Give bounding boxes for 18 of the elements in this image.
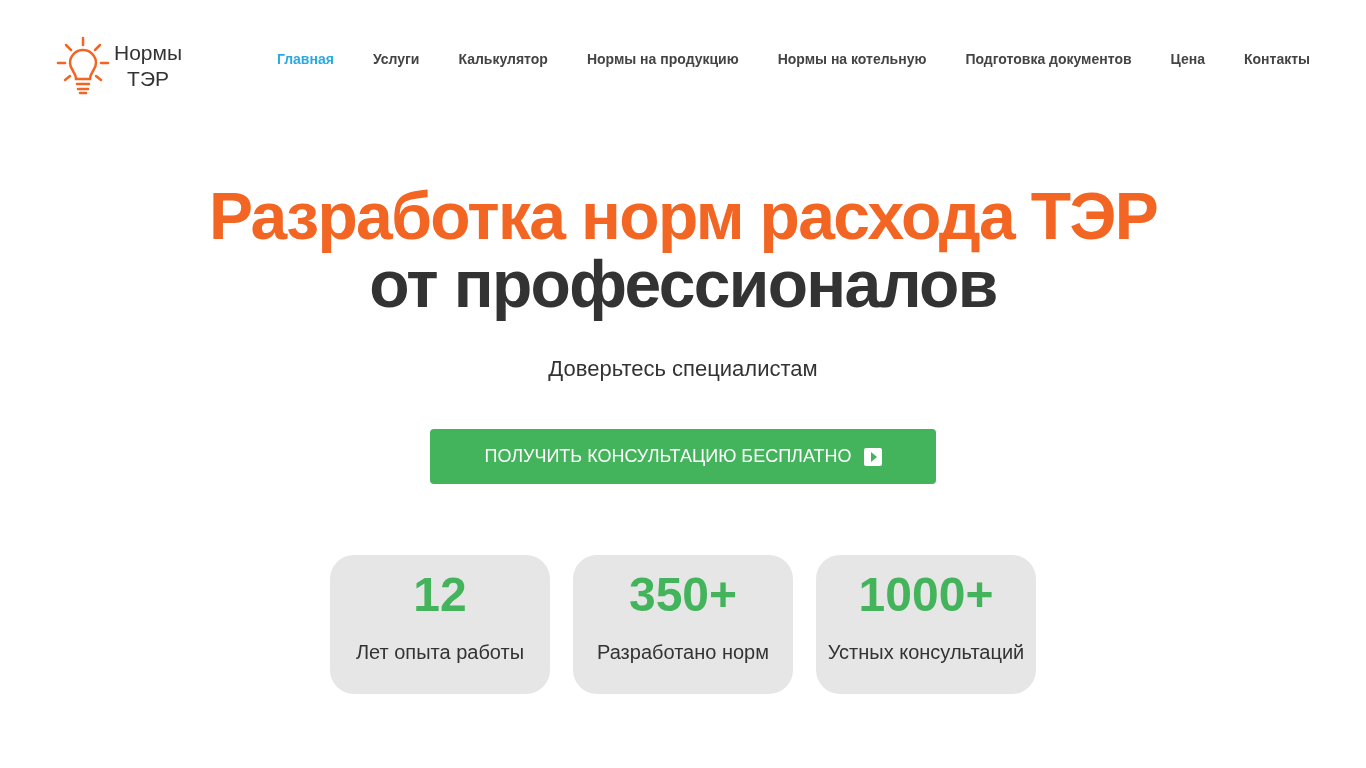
logo-text: ТЭР	[127, 66, 169, 92]
stat-value: 350+	[628, 567, 738, 623]
nav-link[interactable]: Калькулятор	[458, 48, 548, 70]
stat-label: Разработано норм	[597, 640, 769, 665]
logo-text: Нормы	[114, 40, 183, 66]
stat-value: 12	[413, 567, 467, 623]
stat-value: 1000+	[858, 567, 994, 623]
play-icon	[863, 447, 882, 466]
nav-link[interactable]: Контакты	[1244, 48, 1310, 70]
nav-link[interactable]: Подготовка документов	[965, 48, 1132, 70]
hero-subtitle: Доверьтесь специалистам	[548, 355, 818, 383]
nav-link[interactable]: Услуги	[372, 48, 420, 70]
nav-link[interactable]: Нормы на котельную	[777, 48, 927, 70]
stat-label: Лет опыта работы	[355, 640, 525, 665]
nav-link[interactable]: Цена	[1170, 48, 1205, 70]
stat-label: Устных консультаций	[827, 640, 1025, 665]
nav-link[interactable]: Нормы на продукцию	[586, 48, 739, 70]
lightbulb-logo-icon	[56, 36, 110, 96]
